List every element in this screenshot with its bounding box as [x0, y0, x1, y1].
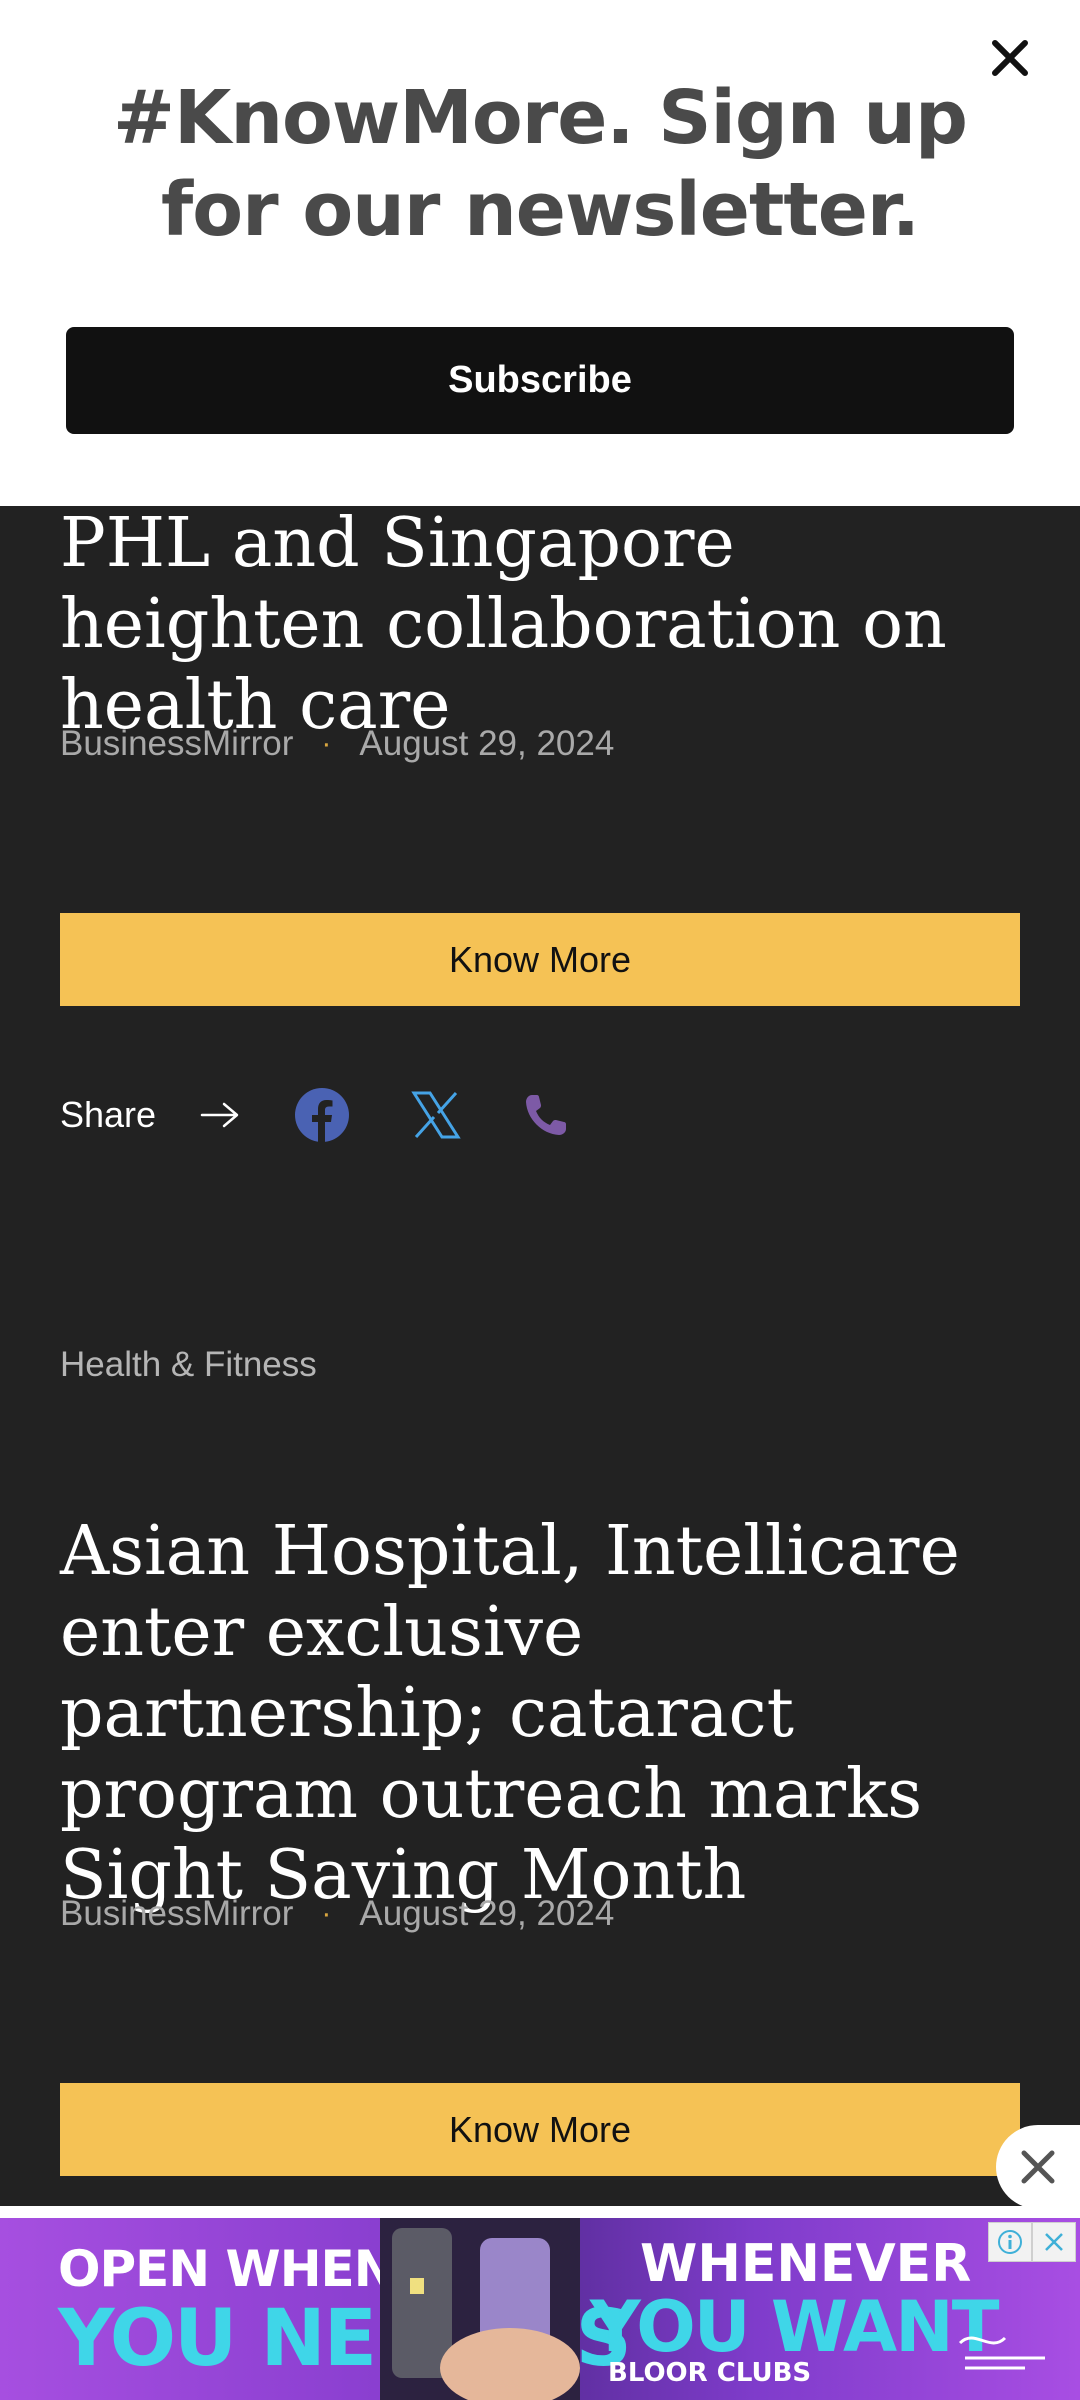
ad-product-image	[380, 2218, 580, 2400]
ad-close-icon[interactable]	[1032, 2222, 1076, 2262]
category-label[interactable]: Health & Fitness	[60, 1345, 317, 1385]
facebook-icon[interactable]	[292, 1085, 352, 1145]
know-more-button[interactable]: Know More	[60, 2083, 1020, 2176]
share-label: Share	[60, 1094, 157, 1135]
article-meta: BusinessMirror · August 29, 2024	[60, 720, 614, 768]
article-date: August 29, 2024	[359, 724, 615, 763]
article-title[interactable]: PHL and Singapore heighten collaboration…	[60, 503, 1020, 746]
arrow-right-icon	[200, 1100, 240, 1130]
article-title[interactable]: Asian Hospital, Intellicare enter exclus…	[60, 1511, 1020, 1916]
close-icon[interactable]	[996, 2125, 1080, 2209]
article-source[interactable]: BusinessMirror	[60, 724, 293, 764]
ad-info-icon[interactable]	[988, 2222, 1032, 2262]
newsletter-title: #KnowMore. Sign up for our newsletter.	[113, 75, 968, 253]
meta-separator: ·	[321, 1897, 332, 1930]
article-date: August 29, 2024	[359, 1894, 615, 1933]
share-row: Share	[60, 1085, 576, 1145]
ad-logo	[955, 2323, 1055, 2388]
phone-icon[interactable]	[516, 1085, 576, 1145]
know-more-button[interactable]: Know More	[60, 913, 1020, 1006]
ad-divider	[0, 2206, 1080, 2218]
x-icon[interactable]	[406, 1085, 466, 1145]
subscribe-button[interactable]: Subscribe	[66, 327, 1014, 434]
ad-headline: WHENEVER	[640, 2234, 972, 2294]
ad-choices	[988, 2222, 1076, 2262]
meta-separator: ·	[321, 727, 332, 760]
ad-headline: OPEN WHEN	[58, 2240, 396, 2298]
ad-headline: YOU WANT	[590, 2286, 999, 2368]
article-meta: BusinessMirror · August 29, 2024	[60, 1890, 614, 1938]
article-source[interactable]: BusinessMirror	[60, 1894, 293, 1934]
newsletter-banner: #KnowMore. Sign up for our newsletter. S…	[0, 0, 1080, 506]
ad-banner[interactable]: OPEN WHEN YOU NEED US WHENEVER YOU WANT …	[0, 2218, 1080, 2400]
ad-brand: BLOOR CLUBS	[608, 2358, 812, 2388]
